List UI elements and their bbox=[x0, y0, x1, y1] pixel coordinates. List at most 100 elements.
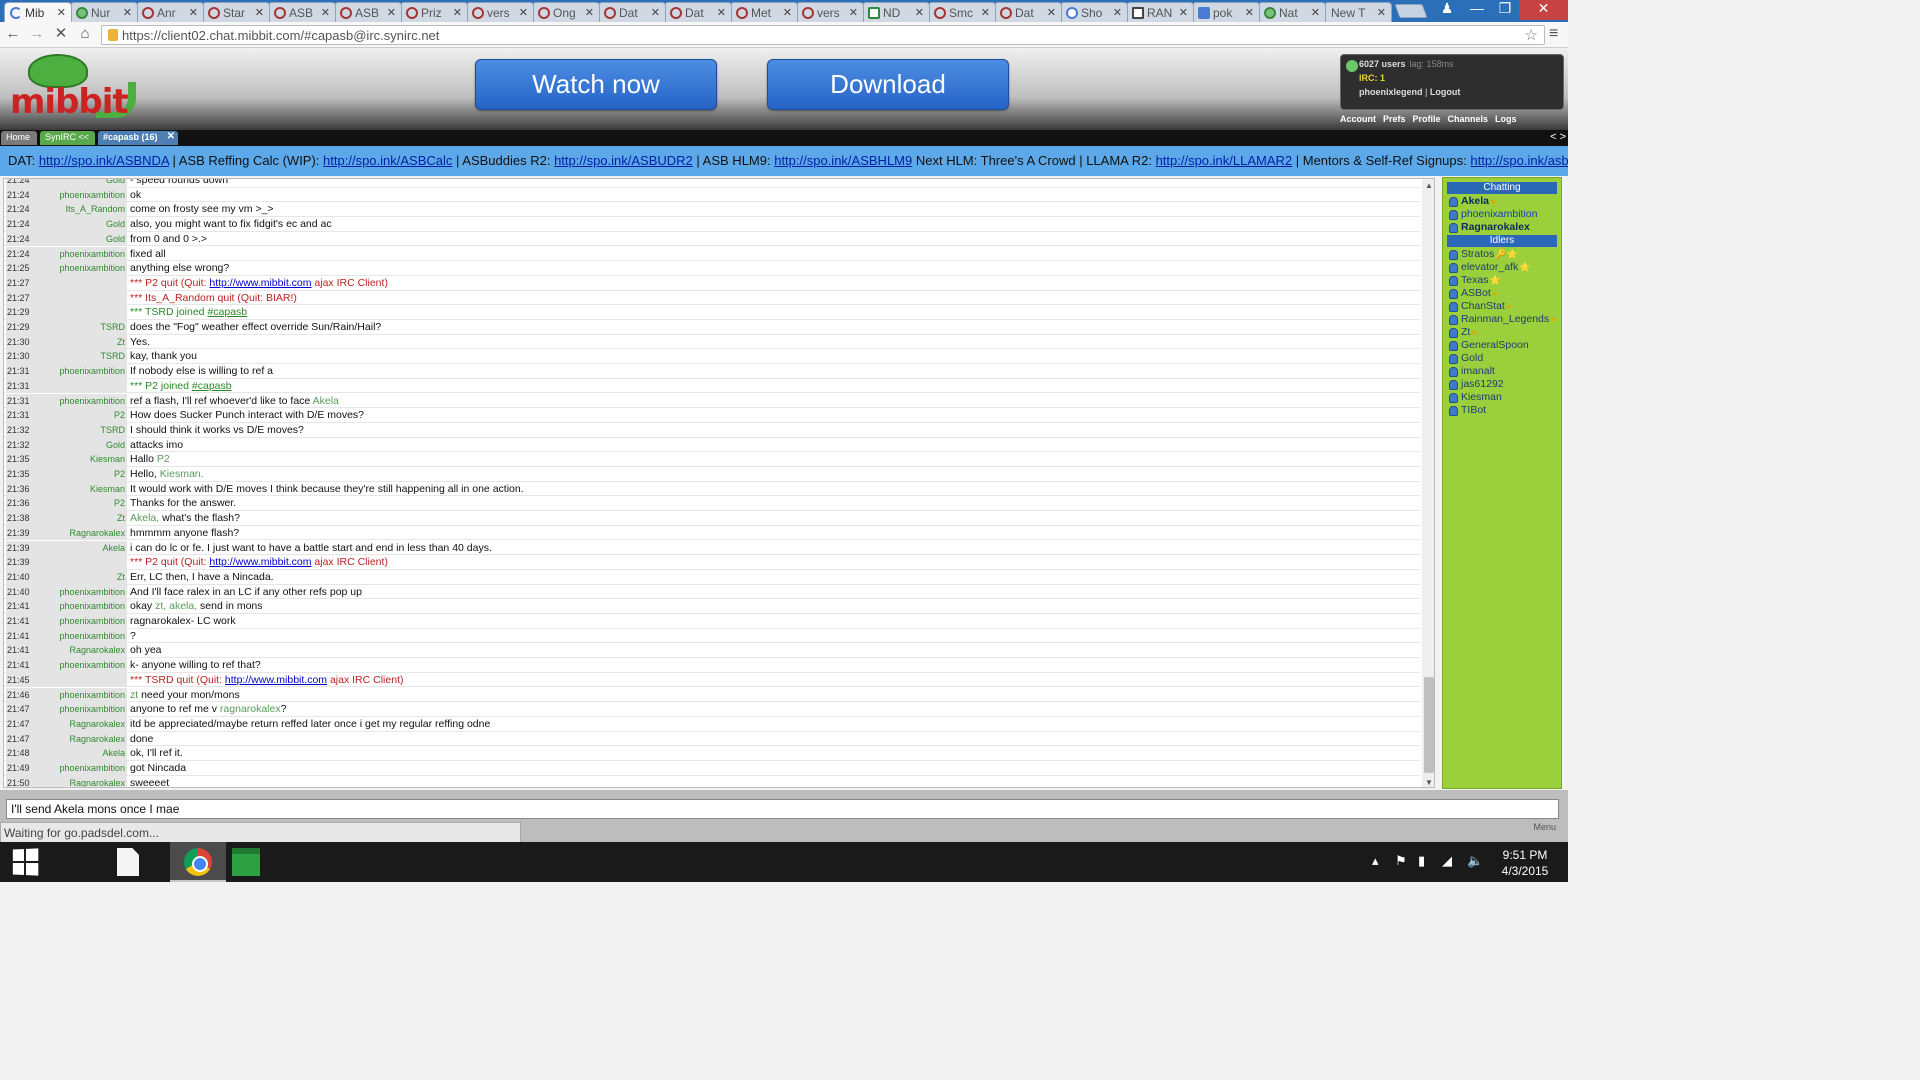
scroll-down-icon[interactable]: ▼ bbox=[1425, 778, 1433, 787]
nick[interactable]: phoenixambition bbox=[38, 702, 127, 717]
nick[interactable]: TSRD bbox=[38, 422, 127, 438]
topic-link[interactable]: http://spo.ink/asbmentor bbox=[1470, 153, 1568, 168]
user-list-item[interactable]: Zt◂ bbox=[1449, 326, 1561, 339]
close-tab-icon[interactable]: ✕ bbox=[915, 6, 924, 19]
nick[interactable]: Zt bbox=[38, 511, 127, 526]
user-list-item[interactable]: ChanStat◂ bbox=[1449, 300, 1561, 313]
user-list-item[interactable]: jas61292 bbox=[1449, 378, 1561, 391]
close-window-button[interactable]: ✕ bbox=[1519, 0, 1568, 20]
stop-icon[interactable]: ✕ bbox=[52, 25, 70, 43]
user-list-item[interactable]: imanalt bbox=[1449, 365, 1561, 378]
close-tab-icon[interactable]: ✕ bbox=[1179, 6, 1188, 19]
nick[interactable]: phoenixambition bbox=[38, 187, 127, 203]
browser-tab[interactable]: vers ✕ bbox=[796, 2, 864, 22]
nick[interactable]: Ragnarokalex bbox=[38, 525, 127, 541]
close-tab-icon[interactable]: ✕ bbox=[1377, 6, 1386, 19]
user-list-item[interactable]: Akela◂ bbox=[1449, 195, 1561, 208]
tab-channel[interactable]: #capasb (16) ✕ bbox=[98, 131, 178, 145]
topic-link[interactable]: http://spo.ink/ASBCalc bbox=[323, 153, 452, 168]
browser-tab[interactable]: Ong ✕ bbox=[532, 2, 600, 22]
browser-tab[interactable]: pok ✕ bbox=[1192, 2, 1260, 22]
message-link[interactable]: http://www.mibbit.com bbox=[209, 556, 311, 568]
forward-arrow-icon[interactable]: → bbox=[28, 25, 46, 43]
topic-link[interactable]: http://spo.ink/ASBNDA bbox=[39, 153, 169, 168]
chat-scrollbar[interactable]: ▲ ▼ bbox=[1422, 179, 1434, 787]
logout-link[interactable]: Logout bbox=[1430, 87, 1461, 97]
close-tab-icon[interactable]: ✕ bbox=[1245, 6, 1254, 19]
nick[interactable]: Zt bbox=[38, 569, 127, 585]
browser-tab[interactable]: vers ✕ bbox=[466, 2, 534, 22]
nick[interactable] bbox=[38, 275, 127, 291]
browser-tab[interactable]: Priz ✕ bbox=[400, 2, 468, 22]
nick[interactable]: phoenixambition bbox=[38, 393, 127, 409]
close-tab-icon[interactable]: ✕ bbox=[321, 6, 330, 19]
user-list-item[interactable]: GeneralSpoon bbox=[1449, 339, 1561, 352]
chrome-menu-icon[interactable]: ≡ bbox=[1549, 25, 1558, 43]
user-list-item[interactable]: Kiesman bbox=[1449, 391, 1561, 404]
bookmark-star-icon[interactable]: ☆ bbox=[1525, 26, 1538, 44]
nick[interactable]: Akela bbox=[38, 540, 127, 556]
nick[interactable]: phoenixambition bbox=[38, 658, 127, 673]
browser-tab[interactable]: ASB ✕ bbox=[268, 2, 336, 22]
nick[interactable]: P2 bbox=[38, 496, 127, 512]
file-explorer-button[interactable] bbox=[50, 842, 139, 882]
nick[interactable]: Gold bbox=[38, 231, 127, 247]
user-list-item[interactable]: ASBot◂ bbox=[1449, 287, 1561, 300]
nick[interactable]: P2 bbox=[38, 408, 127, 423]
chat-input[interactable] bbox=[6, 799, 1559, 819]
new-tab-button[interactable] bbox=[1394, 4, 1428, 18]
close-tab-icon[interactable]: ✕ bbox=[849, 6, 858, 19]
nick[interactable]: Its_A_Random bbox=[38, 202, 127, 218]
user-list-item[interactable]: elevator_afk⭐ bbox=[1449, 261, 1561, 274]
close-tab-icon[interactable]: ✕ bbox=[387, 6, 396, 19]
browser-tab[interactable]: ASB ✕ bbox=[334, 2, 402, 22]
header-link-prefs[interactable]: Prefs bbox=[1383, 114, 1406, 124]
browser-tab[interactable]: Smc ✕ bbox=[928, 2, 996, 22]
network-icon[interactable]: ◢ bbox=[1442, 853, 1452, 869]
close-tab-icon[interactable]: ✕ bbox=[167, 131, 175, 142]
nick[interactable]: Kiesman bbox=[38, 452, 127, 467]
close-tab-icon[interactable]: ✕ bbox=[57, 6, 66, 19]
nick[interactable]: Zt bbox=[38, 334, 127, 350]
nick[interactable]: phoenixambition bbox=[38, 687, 127, 703]
user-list-item[interactable]: Rainman_Legends◂ bbox=[1449, 313, 1561, 326]
close-tab-icon[interactable]: ✕ bbox=[1047, 6, 1056, 19]
user-list-item[interactable]: Stratos🔑⭐ bbox=[1449, 248, 1561, 261]
close-tab-icon[interactable]: ✕ bbox=[783, 6, 792, 19]
topic-link[interactable]: http://spo.ink/LLAMAR2 bbox=[1156, 153, 1293, 168]
close-tab-icon[interactable]: ✕ bbox=[189, 6, 198, 19]
nick[interactable]: phoenixambition bbox=[38, 628, 127, 644]
nick[interactable]: TSRD bbox=[38, 349, 127, 365]
tab-scroll-arrows[interactable]: < > bbox=[1550, 131, 1566, 143]
clock[interactable]: 9:51 PM 4/3/2015 bbox=[1495, 847, 1555, 879]
close-tab-icon[interactable]: ✕ bbox=[981, 6, 990, 19]
nick[interactable] bbox=[38, 290, 127, 306]
message-link[interactable]: http://www.mibbit.com bbox=[225, 674, 327, 686]
nick[interactable]: Ragnarokalex bbox=[38, 731, 127, 747]
browser-tab[interactable]: Met ✕ bbox=[730, 2, 798, 22]
battery-icon[interactable]: ▮ bbox=[1418, 853, 1425, 869]
nick[interactable] bbox=[38, 672, 127, 688]
maximize-button[interactable]: ❐ bbox=[1491, 0, 1519, 20]
message-link[interactable]: #capasb bbox=[207, 306, 247, 318]
nick[interactable]: phoenixambition bbox=[38, 614, 127, 629]
user-icon[interactable]: ♟ bbox=[1437, 0, 1457, 20]
mibbit-logo[interactable]: mibbit bbox=[10, 52, 140, 122]
user-list-item[interactable]: Ragnarokalex bbox=[1449, 221, 1561, 234]
header-link-profile[interactable]: Profile bbox=[1413, 114, 1441, 124]
nick[interactable]: Gold bbox=[38, 437, 127, 453]
browser-tab[interactable]: Nur ✕ bbox=[70, 2, 138, 22]
browser-tab[interactable]: Star ✕ bbox=[202, 2, 270, 22]
watch-now-button[interactable]: Watch now bbox=[475, 59, 717, 110]
nick[interactable]: phoenixambition bbox=[38, 761, 127, 776]
tray-up-icon[interactable]: ▴ bbox=[1372, 853, 1379, 869]
header-link-logs[interactable]: Logs bbox=[1495, 114, 1517, 124]
nick[interactable]: Akela bbox=[38, 746, 127, 761]
home-icon[interactable]: ⌂ bbox=[76, 25, 94, 43]
nick[interactable]: TSRD bbox=[38, 320, 127, 335]
close-tab-icon[interactable]: ✕ bbox=[717, 6, 726, 19]
message-link[interactable]: #capasb bbox=[192, 380, 232, 392]
nick[interactable]: Kiesman bbox=[38, 481, 127, 497]
download-button[interactable]: Download bbox=[767, 59, 1009, 110]
minimize-button[interactable]: — bbox=[1463, 0, 1491, 20]
